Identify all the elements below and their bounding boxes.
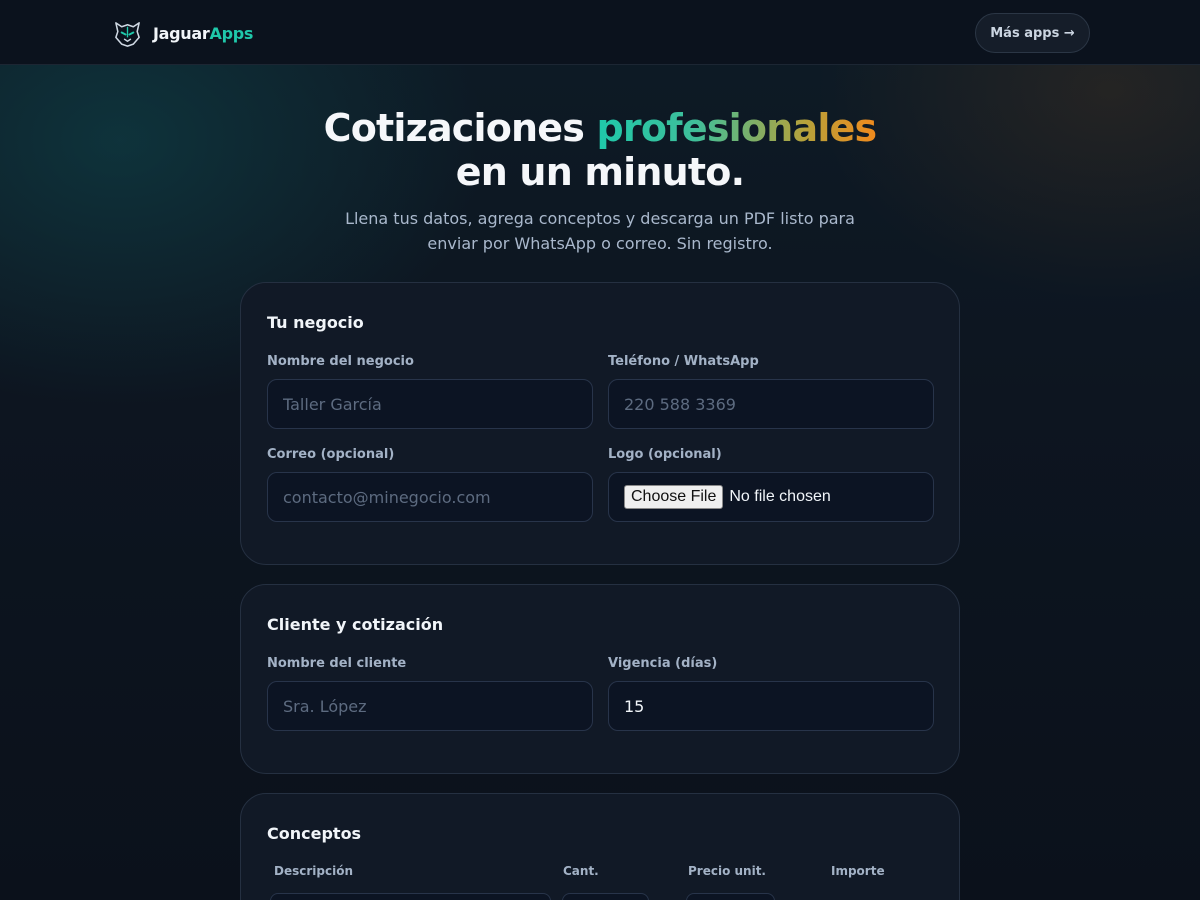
email-field[interactable] <box>267 472 593 522</box>
hero-title-part1: Cotizaciones <box>323 106 597 150</box>
concept-quantity-input[interactable] <box>562 893 649 900</box>
hero-title-highlight: profesionales <box>596 106 878 150</box>
concept-price-input[interactable] <box>686 893 775 900</box>
jaguar-icon <box>115 21 140 47</box>
more-apps-button[interactable]: Más apps → <box>975 13 1090 53</box>
brand-name-accent: Apps <box>209 23 254 43</box>
column-header-amount: Importe <box>831 864 885 878</box>
logo-file-field[interactable]: Choose File No file chosen <box>608 472 934 522</box>
concept-description-input[interactable] <box>270 893 551 900</box>
top-navbar: JaguarApps Más apps → <box>0 0 1200 65</box>
validity-label: Vigencia (días) <box>608 656 718 671</box>
validity-field[interactable] <box>608 681 934 731</box>
client-card-title: Cliente y cotización <box>267 615 444 634</box>
file-status-text: No file chosen <box>729 488 831 505</box>
business-name-field[interactable] <box>267 379 593 429</box>
column-header-description: Descripción <box>274 864 353 878</box>
brand-logo[interactable]: JaguarApps <box>112 17 253 49</box>
phone-label: Teléfono / WhatsApp <box>608 354 759 369</box>
client-card: Cliente y cotización Nombre del cliente … <box>240 584 960 774</box>
logo-label: Logo (opcional) <box>608 447 722 462</box>
client-name-input[interactable] <box>268 682 592 730</box>
email-label: Correo (opcional) <box>267 447 395 462</box>
client-name-label: Nombre del cliente <box>267 656 407 671</box>
client-name-field[interactable] <box>267 681 593 731</box>
business-name-label: Nombre del negocio <box>267 354 414 369</box>
column-header-unit-price: Precio unit. <box>688 864 766 878</box>
brand-name-main: Jaguar <box>153 23 210 43</box>
phone-field[interactable] <box>608 379 934 429</box>
hero-title: Cotizaciones profesionales en un minuto. <box>0 106 1200 194</box>
hero-subtitle: Llena tus datos, agrega conceptos y desc… <box>345 209 855 253</box>
business-card: Tu negocio Nombre del negocio Teléfono /… <box>240 282 960 565</box>
phone-input[interactable] <box>609 380 933 428</box>
hero-title-line2: en un minuto. <box>455 150 745 194</box>
choose-file-button[interactable]: Choose File <box>624 485 724 509</box>
concepts-card: Conceptos Descripción Cant. Precio unit.… <box>240 793 960 900</box>
brand-name: JaguarApps <box>153 24 253 43</box>
concepts-card-title: Conceptos <box>267 824 362 843</box>
email-input[interactable] <box>268 473 592 521</box>
business-name-input[interactable] <box>268 380 592 428</box>
column-header-quantity: Cant. <box>563 864 599 878</box>
validity-input[interactable] <box>609 682 933 730</box>
business-card-title: Tu negocio <box>267 313 364 332</box>
